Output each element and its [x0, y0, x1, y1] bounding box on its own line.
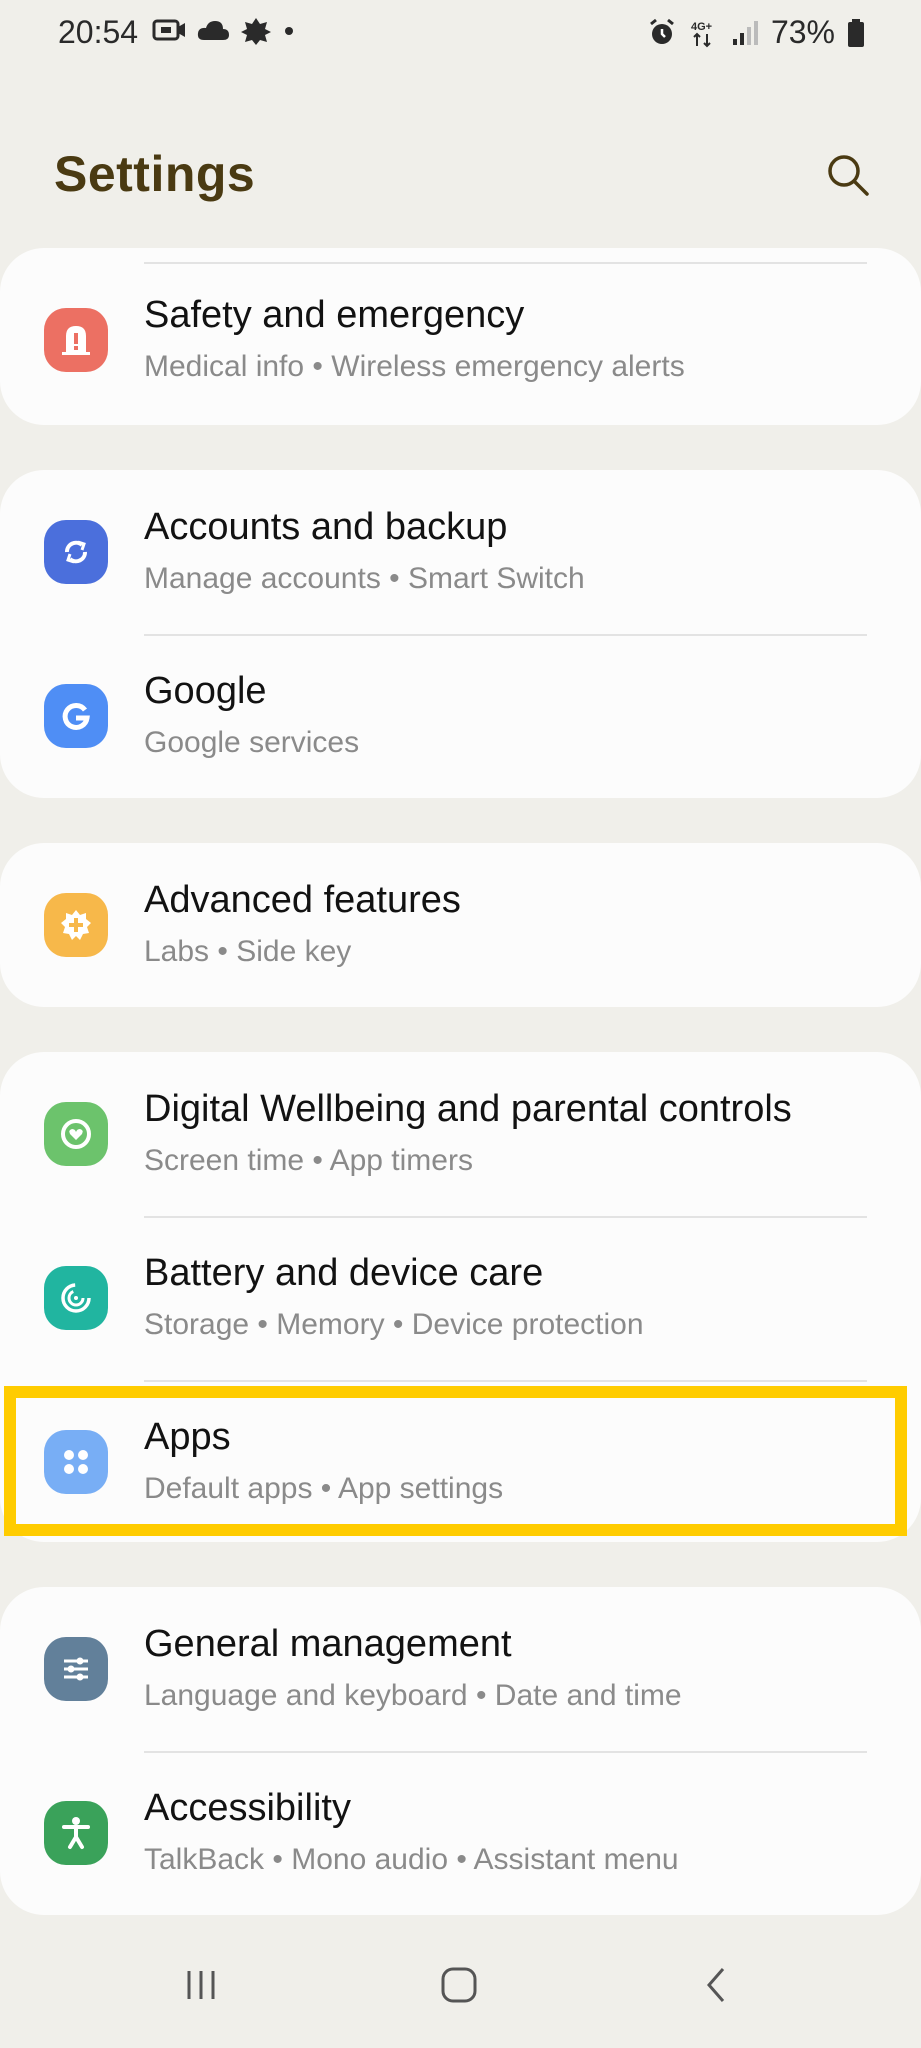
status-left-icons [152, 16, 296, 46]
settings-item-google[interactable]: Google Google services [0, 634, 921, 798]
accessibility-icon [44, 1801, 108, 1865]
puzzle-gear-icon [44, 893, 108, 957]
back-icon [707, 1968, 725, 2002]
google-icon [44, 684, 108, 748]
item-label: Apps [144, 1416, 231, 1458]
home-button[interactable] [424, 1950, 494, 2020]
settings-item-apps[interactable]: Apps Default apps • App settings [0, 1380, 921, 1542]
navigation-bar [0, 1920, 921, 2048]
item-subtitle: Default apps • App settings [144, 1472, 504, 1505]
item-label: Digital Wellbeing and parental controls [144, 1088, 792, 1130]
item-label: General management [144, 1623, 512, 1665]
home-icon [441, 1967, 477, 2003]
search-icon [828, 155, 869, 196]
cloud-icon [197, 21, 229, 40]
item-label: Safety and emergency [144, 294, 525, 336]
alarm-icon [650, 18, 674, 44]
settings-item-digital-wellbeing[interactable]: Digital Wellbeing and parental controls … [0, 1052, 921, 1216]
recent-apps-button[interactable] [166, 1950, 236, 2020]
battery-icon [848, 18, 864, 47]
item-subtitle: Google services [144, 726, 360, 759]
settings-card-advanced: Advanced features Labs • Side key [0, 843, 921, 1007]
network-4g-plus-icon: 4G+ [691, 21, 712, 47]
settings-card-accounts: Accounts and backup Manage accounts • Sm… [0, 470, 921, 798]
item-subtitle: Manage accounts • Smart Switch [144, 562, 585, 595]
item-subtitle: Medical info • Wireless emergency alerts [144, 350, 685, 383]
settings-item-general-management[interactable]: General management Language and keyboard… [0, 1587, 921, 1751]
settings-card-general: General management Language and keyboard… [0, 1587, 921, 1915]
item-label: Accessibility [144, 1787, 351, 1829]
warning-icon [44, 308, 108, 372]
recent-apps-icon [187, 1971, 215, 1999]
item-label: Google [144, 670, 267, 712]
item-subtitle: Storage • Memory • Device protection [144, 1308, 644, 1341]
wellbeing-heart-icon [44, 1102, 108, 1166]
dot-icon [285, 27, 293, 35]
battery-percent: 73% [770, 14, 835, 50]
svg-text:4G+: 4G+ [691, 21, 712, 33]
settings-item-safety-and-emergency[interactable]: Safety and emergency Medical info • Wire… [0, 258, 921, 422]
sliders-icon [44, 1637, 108, 1701]
signal-icon [732, 20, 758, 45]
status-time: 20:54 [58, 14, 139, 50]
item-label: Advanced features [144, 879, 461, 921]
status-right-icons: 4G+ 73% [647, 14, 865, 51]
item-subtitle: Language and keyboard • Date and time [144, 1679, 682, 1712]
status-bar: 20:54 4G+ 73% [0, 0, 921, 70]
item-label: Battery and device care [144, 1252, 544, 1294]
settings-item-battery-and-device-care[interactable]: Battery and device care Storage • Memory… [0, 1216, 921, 1380]
settings-item-accounts-and-backup[interactable]: Accounts and backup Manage accounts • Sm… [0, 470, 921, 634]
apps-grid-icon [44, 1430, 108, 1494]
screen-record-icon [152, 19, 185, 41]
back-button[interactable] [682, 1950, 752, 2020]
item-label: Accounts and backup [144, 506, 508, 548]
search-button[interactable] [825, 152, 871, 198]
leaf-icon [241, 18, 271, 45]
item-subtitle: TalkBack • Mono audio • Assistant menu [144, 1843, 679, 1876]
sync-icon [44, 520, 108, 584]
page-title: Settings [54, 146, 256, 202]
device-care-icon [44, 1266, 108, 1330]
item-subtitle: Labs • Side key [144, 935, 352, 968]
item-subtitle: Screen time • App timers [144, 1144, 473, 1177]
settings-card-wellbeing: Digital Wellbeing and parental controls … [0, 1052, 921, 1542]
settings-item-advanced-features[interactable]: Advanced features Labs • Side key [0, 843, 921, 1007]
settings-card-safety: Safety and emergency Medical info • Wire… [0, 248, 921, 425]
settings-item-accessibility[interactable]: Accessibility TalkBack • Mono audio • As… [0, 1751, 921, 1915]
